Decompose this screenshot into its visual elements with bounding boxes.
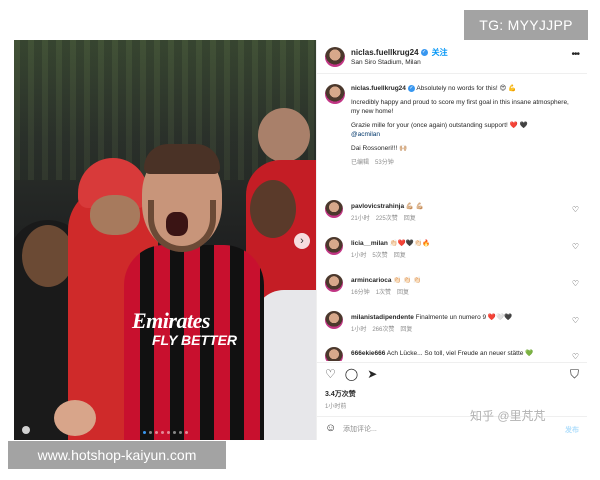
caption-paragraph2: Grazie mille for your (once again) outst…	[351, 122, 528, 129]
comment-likes[interactable]: 5次赞	[372, 253, 387, 259]
heart-icon[interactable]: ♡	[572, 242, 579, 251]
avatar[interactable]	[325, 47, 345, 67]
avatar[interactable]	[325, 311, 343, 329]
carousel-dot	[184, 431, 188, 434]
list-item: milanistadipendente Finalmente un numero…	[325, 311, 579, 339]
caption-username[interactable]: niclas.fuellkrug24	[351, 85, 406, 92]
comment-time: 1小时	[351, 253, 367, 259]
post-caption: niclas.fuellkrug24 ✓ Absolutely no words …	[325, 84, 579, 168]
list-item: pavlovicstrahinja 💪🏼 💪🏼 21小时 225次赞 回复 ♡	[325, 200, 579, 228]
tg-badge: TG: MYYJJPP	[464, 10, 588, 40]
caption-time: 已编辑 53分钟	[351, 159, 579, 168]
fan-beanie-face	[90, 195, 140, 235]
comment-likes[interactable]: 1次赞	[376, 290, 391, 296]
comment-time: 16分钟	[351, 290, 370, 296]
comment-text: Finalmente un numero 9 ❤️🤍🖤	[415, 314, 513, 321]
caption-age: 53分钟	[375, 160, 394, 166]
jersey-sponsor: Emirates	[132, 308, 210, 333]
post-side-panel: niclas.fuellkrug24 ✓ 关注 San Siro Stadium, …	[316, 40, 587, 440]
caption-paragraph3: Dai Rossoneri!!! 🙌🏼	[351, 145, 408, 152]
post-photo[interactable]: Emirates FLY BETTER ›	[14, 40, 316, 440]
comment-time: 21小时	[351, 216, 370, 222]
carousel-dot	[166, 431, 170, 434]
more-horizontal-icon[interactable]: •••	[571, 49, 579, 60]
reply-button[interactable]: 回复	[400, 327, 412, 333]
comment-text: Ach Lücke... So toll, viel Freude an neu…	[386, 350, 534, 357]
post-actions: ♡ ◯ ➤ ⛉ 3.4万次赞 1小时前	[317, 362, 587, 414]
carousel-dot	[160, 431, 164, 434]
comment-likes[interactable]: 266次赞	[372, 327, 394, 333]
post-comment-button[interactable]: 发布	[565, 425, 579, 435]
follow-button[interactable]: 关注	[432, 48, 448, 57]
list-item: 666ekie666 Ach Lücke... So toll, viel Fr…	[325, 347, 579, 361]
comment-time: 1小时	[351, 327, 367, 333]
jersey-tagline: FLY BETTER	[152, 332, 238, 348]
reply-button[interactable]: 回复	[394, 253, 406, 259]
fan-left-head	[22, 225, 74, 287]
comment-text: 💪🏼 💪🏼	[405, 203, 424, 210]
comment-username[interactable]: pavlovicstrahinja	[351, 203, 404, 210]
comment-username[interactable]: milanistadipendente	[351, 314, 414, 321]
comment-input[interactable]	[343, 423, 543, 435]
mention-acmilan[interactable]: @acmilan	[351, 130, 579, 139]
carousel-dot	[172, 431, 176, 434]
chevron-right-icon[interactable]: ›	[294, 233, 310, 249]
heart-icon[interactable]: ♡	[572, 352, 579, 361]
verified-badge-icon: ✓	[420, 49, 428, 57]
add-comment-bar: ☺ 发布	[317, 416, 587, 440]
avatar[interactable]	[325, 84, 345, 104]
caption-edited: 已编辑	[351, 160, 370, 166]
send-icon[interactable]: ➤	[367, 367, 377, 381]
fan-bald-head	[258, 108, 310, 162]
carousel-dot	[154, 431, 158, 434]
comment-text: 👏🏻❤️🖤👏🏻🔥	[389, 240, 431, 247]
bookmark-icon[interactable]: ⛉	[570, 367, 579, 382]
caption-paragraph1: Incredibly happy and proud to score my f…	[351, 99, 569, 115]
heart-icon[interactable]: ♡	[325, 367, 336, 381]
url-badge: www.hotshop-kaiyun.com	[8, 441, 226, 469]
post-date: 1小时前	[325, 404, 347, 410]
comment-username[interactable]: licia__milan	[351, 240, 388, 247]
reply-button[interactable]: 回复	[404, 216, 416, 222]
emoji-icon[interactable]: ☺	[325, 422, 336, 434]
comment-icon[interactable]: ◯	[345, 367, 358, 381]
caption-line1: Absolutely no words for this! 😍 💪	[416, 85, 517, 92]
avatar[interactable]	[325, 274, 343, 292]
comment-text: 👏🏻 👏🏻 👏🏻	[393, 277, 422, 284]
heart-icon[interactable]: ♡	[572, 205, 579, 214]
avatar[interactable]	[325, 347, 343, 361]
header-location[interactable]: San Siro Stadium, Milan	[351, 59, 421, 66]
heart-icon[interactable]: ♡	[572, 316, 579, 325]
verified-badge-icon: ✓	[407, 84, 415, 92]
avatar[interactable]	[325, 237, 343, 255]
carousel-dots	[14, 431, 316, 434]
likes-count[interactable]: 3.4万次赞	[325, 389, 356, 399]
fan-right-face	[250, 180, 296, 238]
list-item: armincarioca 👏🏻 👏🏻 👏🏻 16分钟 1次赞 回复 ♡	[325, 274, 579, 302]
post-header: niclas.fuellkrug24 ✓ 关注 San Siro Stadium, …	[317, 40, 587, 74]
reply-button[interactable]: 回复	[397, 290, 409, 296]
comment-username[interactable]: 666ekie666	[351, 350, 385, 357]
carousel-dot	[148, 431, 152, 434]
post-frame: Emirates FLY BETTER › niclas.fuellkrug24…	[14, 40, 587, 440]
avatar[interactable]	[325, 200, 343, 218]
comment-username[interactable]: armincarioca	[351, 277, 391, 284]
list-item: licia__milan 👏🏻❤️🖤👏🏻🔥 1小时 5次赞 回复 ♡	[325, 237, 579, 265]
comment-likes[interactable]: 225次赞	[376, 216, 398, 222]
player-hair	[144, 144, 220, 174]
heart-icon[interactable]: ♡	[572, 279, 579, 288]
carousel-dot	[142, 431, 146, 434]
carousel-dot	[178, 431, 182, 434]
player-mouth	[166, 212, 188, 236]
zhihu-watermark: 知乎 @里芃芃	[470, 409, 546, 423]
header-username[interactable]: niclas.fuellkrug24	[351, 48, 419, 57]
